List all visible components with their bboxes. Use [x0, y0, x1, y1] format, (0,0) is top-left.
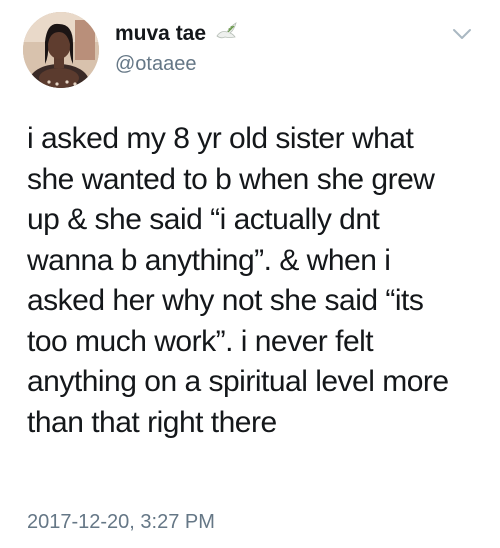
- display-name[interactable]: muva tae: [115, 21, 238, 50]
- tweet-line: she wanted to b when she grew: [27, 162, 435, 196]
- tweet-line: up & she said “i actually dnt: [27, 203, 380, 236]
- tweet-line: anything on a spiritual level more: [27, 365, 449, 398]
- user-handle[interactable]: @otaaee: [115, 52, 196, 76]
- display-name-text: muva tae: [115, 22, 207, 45]
- chevron-down-icon[interactable]: [452, 27, 472, 41]
- tweet-line: i asked my 8 yr old sister what: [27, 122, 414, 155]
- tweet-line: wanna b anything”. & when i: [27, 243, 391, 277]
- profile-photo: [23, 12, 99, 88]
- tweet-timestamp[interactable]: 2017-12-20, 3:27 PM: [27, 510, 215, 534]
- tweet-line: than that right there: [27, 405, 277, 439]
- tweet-card: muva tae @otaaee i asked my 8 yr old sis…: [0, 0, 500, 548]
- dove-icon: [214, 21, 238, 50]
- tweet-line: asked her why not she said “its: [27, 284, 424, 317]
- tweet-line: too much work”. i never felt: [27, 324, 374, 358]
- avatar[interactable]: [23, 12, 99, 88]
- tweet-text: i asked my 8 yr old sister what she want…: [27, 119, 487, 443]
